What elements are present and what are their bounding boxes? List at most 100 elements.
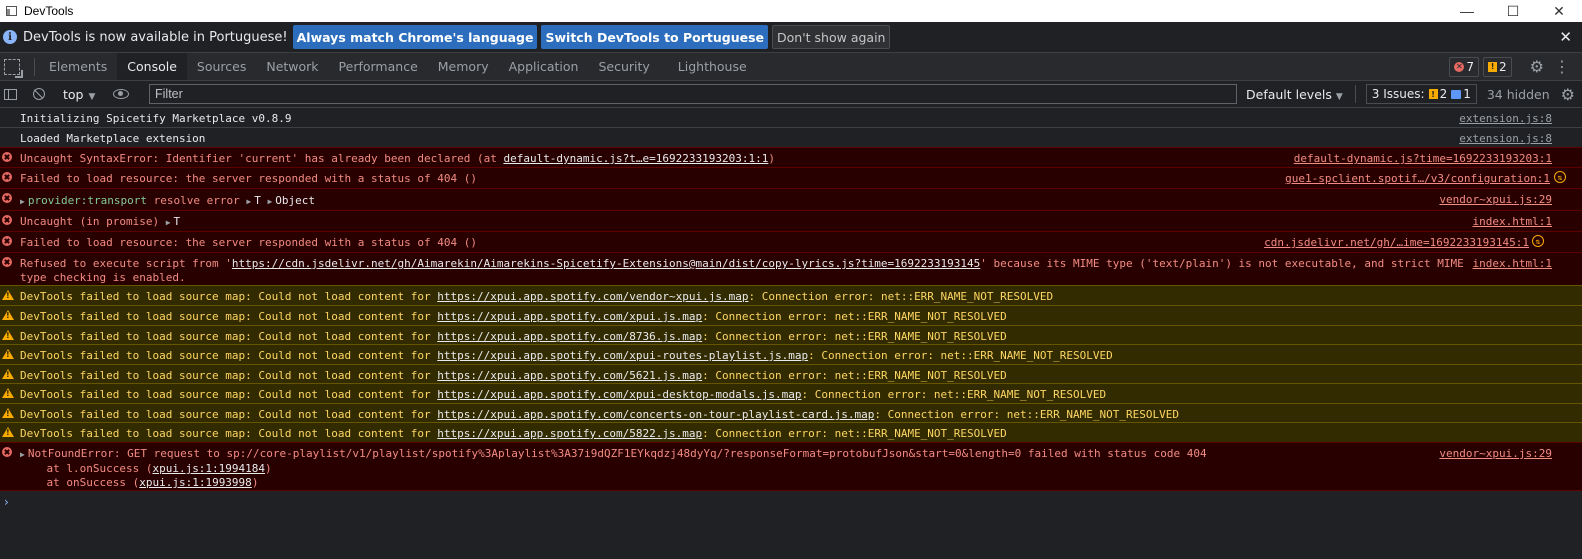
devtools-app-icon (6, 6, 17, 16)
window-controls: — ☐ ✕ (1444, 0, 1582, 22)
issues-button[interactable]: 3 Issues: ! 2 1 (1365, 84, 1477, 104)
filter-input[interactable]: Filter (149, 84, 1237, 104)
error-row: ▶ provider:transport resolve error ▶ T ▶ Ob… (0, 188, 1582, 211)
inline-source-link[interactable]: default-dynamic.js?t…e=1692233193203:1:1 (503, 152, 768, 165)
warning-row: DevTools failed to load source map: Coul… (0, 422, 1582, 443)
sourcemap-link[interactable]: https://xpui.app.spotify.com/8736.js.map (437, 330, 702, 343)
console-settings-gear-icon[interactable]: ⚙ (1561, 85, 1575, 104)
tab-sources[interactable]: Sources (187, 53, 256, 80)
source-link[interactable]: extension.js:8 (1459, 132, 1552, 145)
stack-frame-link[interactable]: xpui.js:1:1993998 (139, 476, 252, 489)
tab-application[interactable]: Application (499, 53, 589, 80)
infobar-message: DevTools is now available in Portuguese! (23, 29, 288, 45)
source-link[interactable]: vendor~xpui.js:29 (1439, 447, 1552, 460)
tab-memory[interactable]: Memory (428, 53, 499, 80)
stack-frame-link[interactable]: xpui.js:1:1994184 (152, 462, 265, 475)
expand-triangle-icon[interactable]: ▶ (246, 197, 251, 206)
warning-icon (2, 369, 14, 379)
minimize-button[interactable]: — (1444, 0, 1490, 22)
settings-gear-icon[interactable]: ⚙ (1530, 57, 1544, 76)
source-link[interactable]: vendor~xpui.js:29 (1439, 193, 1552, 206)
warning-count-badge[interactable]: ! 2 (1483, 56, 1512, 77)
issues-info-count: 1 (1463, 87, 1471, 101)
expand-triangle-icon[interactable]: ▶ (267, 197, 272, 206)
warning-icon (2, 388, 14, 398)
tab-network[interactable]: Network (256, 53, 328, 80)
warning-row: DevTools failed to load source map: Coul… (0, 383, 1582, 404)
error-row: Refused to execute script from 'https://… (0, 252, 1582, 286)
error-text: NotFoundError: GET request to sp://core-… (27, 447, 1207, 460)
expand-triangle-icon[interactable]: ▶ (20, 197, 25, 206)
tab-console[interactable]: Console (117, 53, 187, 80)
match-language-button[interactable]: Always match Chrome's language (292, 25, 538, 49)
error-row: Failed to load resource: the server resp… (0, 167, 1582, 189)
network-request-icon[interactable]: ⇅ (1532, 235, 1544, 247)
error-icon: ✕ (1454, 61, 1465, 72)
sourcemap-link[interactable]: https://xpui.app.spotify.com/xpui-routes… (437, 349, 808, 362)
window-title: DevTools (24, 4, 74, 18)
error-count-badge[interactable]: ✕ 7 (1449, 56, 1480, 77)
context-selector[interactable]: top ▼ (63, 87, 95, 102)
default-levels-dropdown[interactable]: Default levels ▼ (1246, 87, 1343, 102)
expand-triangle-icon[interactable]: ▶ (166, 218, 171, 227)
warning-row: DevTools failed to load source map: Coul… (0, 344, 1582, 365)
error-icon (2, 172, 12, 182)
expand-triangle-icon[interactable]: ▶ (20, 450, 25, 459)
prompt-chevron-icon: › (4, 495, 9, 509)
source-link[interactable]: cdn.jsdelivr.net/gh/…ime=1692233193145:1 (1264, 236, 1529, 249)
sourcemap-link[interactable]: https://xpui.app.spotify.com/xpui.js.map (437, 310, 702, 323)
error-icon (2, 257, 12, 267)
sourcemap-link[interactable]: https://xpui.app.spotify.com/vendor~xpui… (437, 290, 748, 303)
more-options-icon[interactable]: ⋮ (1554, 57, 1570, 76)
warning-icon: ! (1488, 61, 1498, 72)
error-text: Refused to execute script from ' (20, 257, 232, 270)
log-row: Initializing Spicetify Marketplace v0.8.… (0, 108, 1582, 128)
error-count: 7 (1466, 59, 1475, 74)
chevron-down-icon: ▼ (1335, 91, 1343, 102)
clear-console-icon[interactable] (33, 88, 45, 100)
sourcemap-link[interactable]: https://xpui.app.spotify.com/concerts-on… (437, 408, 874, 421)
error-icon (2, 193, 12, 203)
error-row: Uncaught (in promise) ▶ T index.html:1 (0, 210, 1582, 232)
network-request-icon[interactable]: ⇅ (1554, 171, 1566, 183)
console-toolbar-right: Default levels ▼ 3 Issues: ! 2 1 34 hidde… (1240, 81, 1575, 107)
tab-lighthouse[interactable]: Lighthouse (668, 53, 757, 80)
source-link[interactable]: default-dynamic.js?time=1692233193203:1 (1294, 152, 1552, 165)
tab-elements[interactable]: Elements (39, 53, 117, 80)
warning-icon (2, 310, 14, 320)
sourcemap-link[interactable]: https://xpui.app.spotify.com/xpui-deskto… (437, 388, 801, 401)
source-link[interactable]: extension.js:8 (1459, 112, 1552, 125)
switch-language-button[interactable]: Switch DevTools to Portuguese (541, 25, 769, 49)
source-link[interactable]: gue1-spclient.spotif…/v3/configuration:1 (1285, 172, 1550, 185)
error-row: Failed to load resource: the server resp… (0, 231, 1582, 253)
sourcemap-link[interactable]: https://xpui.app.spotify.com/5822.js.map (437, 427, 702, 440)
warning-row: DevTools failed to load source map: Coul… (0, 285, 1582, 306)
warning-icon (2, 408, 14, 418)
log-text: Loaded Marketplace extension (20, 132, 206, 145)
issues-label: 3 Issues: (1371, 87, 1425, 101)
close-infobar-icon[interactable]: ✕ (1559, 28, 1572, 46)
issues-warning-count: 2 (1439, 87, 1448, 101)
maximize-button[interactable]: ☐ (1490, 0, 1536, 22)
show-sidebar-icon[interactable] (4, 88, 17, 100)
levels-label: Default levels (1246, 86, 1332, 102)
inline-source-link[interactable]: https://cdn.jsdelivr.net/gh/Aimarekin/Ai… (232, 257, 980, 270)
sourcemap-link[interactable]: https://xpui.app.spotify.com/5621.js.map (437, 369, 702, 382)
inspect-element-icon[interactable] (4, 58, 23, 78)
source-link[interactable]: index.html:1 (1473, 215, 1552, 228)
tab-security[interactable]: Security (588, 53, 659, 80)
error-icon (2, 152, 12, 162)
console-prompt[interactable]: › (0, 491, 1582, 509)
warning-icon (2, 330, 14, 340)
live-expression-eye-icon[interactable] (113, 89, 130, 99)
source-link[interactable]: index.html:1 (1473, 257, 1552, 270)
tab-performance[interactable]: Performance (329, 53, 428, 80)
dont-show-again-button[interactable]: Don't show again (772, 25, 891, 49)
console-messages: Initializing Spicetify Marketplace v0.8.… (0, 108, 1582, 509)
language-infobar: i DevTools is now available in Portugues… (0, 22, 1582, 53)
warning-icon (2, 349, 14, 359)
error-icon (2, 215, 12, 225)
console-toolbar: top ▼ Filter Default levels ▼ 3 Issues: !… (0, 81, 1582, 108)
close-window-button[interactable]: ✕ (1536, 0, 1582, 22)
tabbar-right: ✕ 7 ! 2 ⚙ ⋮ (1449, 53, 1582, 80)
